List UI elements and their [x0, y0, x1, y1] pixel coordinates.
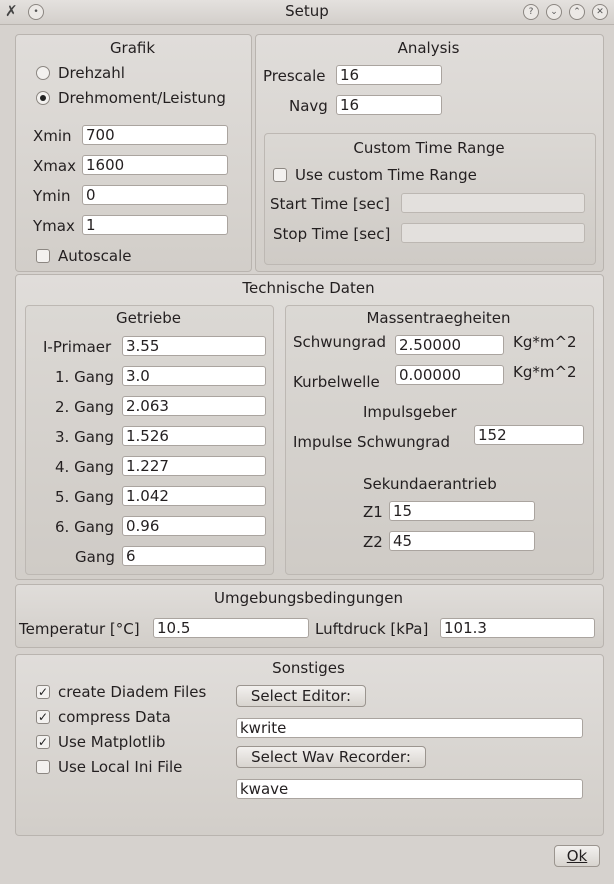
grafik-group [15, 34, 252, 272]
getriebe-label: 5. Gang [55, 488, 114, 506]
stop-time-label: Stop Time [sec] [273, 225, 391, 243]
getriebe-label: 4. Gang [55, 458, 114, 476]
getriebe-field[interactable]: 1.526 [122, 426, 266, 446]
close-icon[interactable]: ✕ [592, 4, 608, 20]
navg-label: Navg [289, 97, 328, 115]
getriebe-field[interactable]: 3.0 [122, 366, 266, 386]
help-icon[interactable]: ? [523, 4, 539, 20]
xmax-label: Xmax [33, 157, 76, 175]
sekundaer-title: Sekundaerantrieb [363, 475, 497, 493]
ymin-field[interactable]: 0 [82, 185, 228, 205]
massen-title: Massentraegheiten [366, 309, 511, 327]
use-custom-checkbox[interactable] [273, 168, 287, 182]
ok-button[interactable]: Ok [554, 845, 600, 867]
matplotlib-label[interactable]: Use Matplotlib [58, 733, 165, 751]
z1-field[interactable]: 15 [389, 501, 535, 521]
impulse-field[interactable]: 152 [474, 425, 584, 445]
getriebe-field[interactable]: 1.042 [122, 486, 266, 506]
local-ini-label[interactable]: Use Local Ini File [58, 758, 182, 776]
sonstiges-title: Sonstiges [272, 659, 345, 677]
grafik-title: Grafik [109, 39, 156, 57]
local-ini-checkbox[interactable] [36, 760, 50, 774]
z2-label: Z2 [363, 533, 383, 551]
getriebe-label: 3. Gang [55, 428, 114, 446]
compress-label[interactable]: compress Data [58, 708, 171, 726]
kurbelwelle-label: Kurbelwelle [293, 373, 380, 391]
custom-time-title: Custom Time Range [353, 139, 505, 157]
getriebe-label: 6. Gang [55, 518, 114, 536]
kurbelwelle-field[interactable]: 0.00000 [395, 365, 504, 385]
navg-field[interactable]: 16 [336, 95, 442, 115]
shade-icon[interactable]: ⌄ [546, 4, 562, 20]
drehzahl-radio[interactable] [36, 66, 50, 80]
start-time-label: Start Time [sec] [270, 195, 390, 213]
z1-label: Z1 [363, 503, 383, 521]
impulsgeber-title: Impulsgeber [363, 403, 457, 421]
select-wav-button[interactable]: Select Wav Recorder: [236, 746, 426, 768]
editor-field[interactable]: kwrite [236, 718, 583, 738]
xmin-field[interactable]: 700 [82, 125, 228, 145]
ymax-field[interactable]: 1 [82, 215, 228, 235]
ymin-label: Ymin [33, 187, 71, 205]
getriebe-field[interactable]: 0.96 [122, 516, 266, 536]
wav-field[interactable]: kwave [236, 779, 583, 799]
matplotlib-checkbox[interactable]: ✓ [36, 735, 50, 749]
drehmoment-radio[interactable] [36, 91, 50, 105]
technische-title: Technische Daten [242, 279, 375, 297]
xmax-field[interactable]: 1600 [82, 155, 228, 175]
use-custom-label[interactable]: Use custom Time Range [295, 166, 477, 184]
z2-field[interactable]: 45 [389, 531, 535, 551]
umgebung-title: Umgebungsbedingungen [214, 589, 403, 607]
getriebe-label: 1. Gang [55, 368, 114, 386]
temperatur-label: Temperatur [°C] [19, 620, 140, 638]
getriebe-title: Getriebe [115, 309, 182, 327]
autoscale-checkbox[interactable] [36, 249, 50, 263]
maximize-icon[interactable]: ⌃ [569, 4, 585, 20]
window-title: Setup [285, 2, 329, 20]
getriebe-field[interactable]: 2.063 [122, 396, 266, 416]
select-editor-button[interactable]: Select Editor: [236, 685, 366, 707]
start-time-field[interactable] [401, 193, 585, 213]
ymax-label: Ymax [33, 217, 75, 235]
diadem-checkbox[interactable]: ✓ [36, 685, 50, 699]
getriebe-label: 2. Gang [55, 398, 114, 416]
drehzahl-label[interactable]: Drehzahl [58, 64, 125, 82]
temperatur-field[interactable]: 10.5 [153, 618, 309, 638]
getriebe-field[interactable]: 3.55 [122, 336, 266, 356]
luftdruck-label: Luftdruck [kPa] [315, 620, 429, 638]
getriebe-field[interactable]: 1.227 [122, 456, 266, 476]
diadem-label[interactable]: create Diadem Files [58, 683, 206, 701]
compress-checkbox[interactable]: ✓ [36, 710, 50, 724]
kurbelwelle-unit: Kg*m^2 [513, 363, 577, 381]
getriebe-field[interactable]: 6 [122, 546, 266, 566]
prescale-label: Prescale [263, 67, 326, 85]
schwungrad-field[interactable]: 2.50000 [395, 335, 504, 355]
stop-time-field[interactable] [401, 223, 585, 243]
prescale-field[interactable]: 16 [336, 65, 442, 85]
analysis-title: Analysis [397, 39, 460, 57]
getriebe-label: I-Primaer [43, 338, 112, 356]
drehmoment-label[interactable]: Drehmoment/Leistung [58, 89, 226, 107]
getriebe-label: Gang [75, 548, 115, 566]
autoscale-label[interactable]: Autoscale [58, 247, 131, 265]
schwungrad-label: Schwungrad [293, 333, 386, 351]
schwungrad-unit: Kg*m^2 [513, 333, 577, 351]
xmin-label: Xmin [33, 127, 72, 145]
luftdruck-field[interactable]: 101.3 [440, 618, 595, 638]
impulse-label: Impulse Schwungrad [293, 433, 451, 451]
